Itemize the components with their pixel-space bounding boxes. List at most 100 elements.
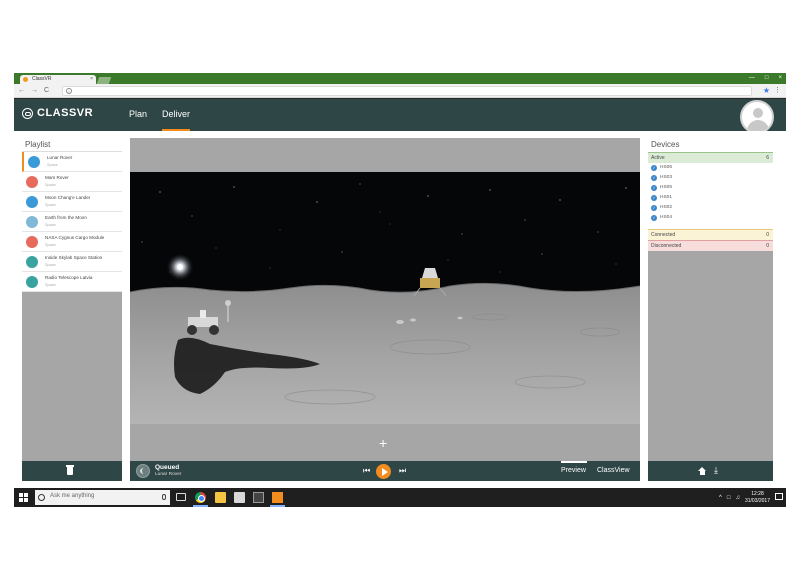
user-avatar[interactable] [740, 100, 774, 134]
chrome-active-indicator [193, 505, 208, 507]
rocket-icon [26, 236, 38, 248]
device-row[interactable]: ✓ HS01 [648, 193, 773, 203]
forward-icon[interactable]: → [31, 86, 38, 96]
playlist-item[interactable]: NASA Cygnus Cargo Module Space [22, 232, 122, 252]
moon-icon [28, 156, 40, 168]
playlist-item[interactable]: Inside Skylab Space Station Space [22, 252, 122, 272]
chrome-icon[interactable] [195, 492, 206, 503]
store-icon[interactable] [234, 492, 245, 503]
classvr-app-icon[interactable] [272, 492, 283, 503]
devices-panel: Devices Active 6 ✓ HS06 ✓ HS03 ✓ HS05 ✓ HS01 ✓ HS… [648, 138, 773, 481]
home-icon[interactable] [698, 467, 706, 475]
check-circle-icon: ✓ [651, 205, 657, 211]
queue-status: Queued [155, 464, 180, 471]
volume-icon[interactable]: ♫ [735, 495, 740, 501]
playlist-item-title: Mars Rover [45, 175, 69, 180]
group-connected-label: Connected [651, 232, 676, 238]
classvr-favicon-icon [23, 77, 28, 82]
browser-tab-bar: ClassVR × — □ × [14, 73, 786, 84]
player-bar: Queued Lunar Rover ⏮ ⏭ Preview ClassView [130, 461, 640, 481]
browser-tab[interactable]: ClassVR × [20, 75, 96, 84]
url-input[interactable]: i [62, 86, 752, 96]
tab-deliver[interactable]: Deliver [162, 107, 191, 131]
playlist-item-category: Space [45, 263, 56, 267]
previous-icon[interactable]: ⏮ [363, 466, 370, 476]
satellite-icon [26, 256, 38, 268]
browser-tab-title: ClassVR [32, 76, 52, 82]
playlist-item[interactable]: Lunar Rover Space [22, 152, 122, 172]
playlist-item[interactable]: Earth from the Moon Space [22, 212, 122, 232]
playlist-item-title: Radio Telescope Latvia [45, 275, 93, 280]
device-row[interactable]: ✓ HS03 [648, 173, 773, 183]
new-tab-button[interactable] [96, 77, 112, 84]
taskbar-search-input[interactable]: Ask me anything [35, 490, 170, 505]
close-window-icon[interactable]: × [778, 73, 782, 84]
taskbar-clock[interactable]: 12:28 31/03/2017 [745, 491, 770, 505]
playlist-item-category: Space [45, 183, 56, 187]
tab-plan[interactable]: Plan [129, 107, 147, 131]
device-row[interactable]: ✓ HS05 [648, 183, 773, 193]
moon-icon [26, 196, 38, 208]
group-disconnected-count: 0 [766, 243, 769, 249]
playlist-item[interactable]: Moon Chang'e Lander Space [22, 192, 122, 212]
reload-icon[interactable]: C [44, 86, 49, 96]
device-row[interactable]: ✓ HS04 [648, 213, 773, 223]
app-body: Playlist Lunar Rover Space Mars Rover Space… [14, 131, 786, 488]
device-list: ✓ HS06 ✓ HS03 ✓ HS05 ✓ HS01 ✓ HS02 ✓ HS04 [648, 163, 773, 223]
playlist-item[interactable]: Mars Rover Space [22, 172, 122, 192]
earth-icon [26, 216, 38, 228]
back-icon[interactable]: ← [18, 86, 25, 96]
playlist-item-title: Inside Skylab Space Station [45, 255, 103, 260]
cortana-icon [38, 494, 45, 501]
playlist-panel: Playlist Lunar Rover Space Mars Rover Space… [22, 138, 122, 481]
microphone-icon[interactable] [162, 494, 166, 500]
group-disconnected[interactable]: Disconnected 0 [648, 240, 773, 251]
download-icon[interactable]: ⤓ [714, 465, 718, 475]
screen: ClassVR × — □ × ← → C i ★ ⋮ CLASSVR Plan… [14, 73, 786, 507]
rocket-icon [26, 176, 38, 188]
browser-menu-icon[interactable]: ⋮ [774, 86, 781, 96]
minimize-icon[interactable]: — [749, 73, 755, 84]
bookmark-star-icon[interactable]: ★ [763, 86, 770, 96]
app-header: CLASSVR Plan Deliver [14, 99, 786, 134]
notifications-icon[interactable] [775, 493, 783, 500]
device-row[interactable]: ✓ HS02 [648, 203, 773, 213]
panorama-viewport[interactable] [130, 172, 640, 424]
tab-classview[interactable]: ClassView [597, 467, 630, 474]
file-explorer-icon[interactable] [215, 492, 226, 503]
console-icon[interactable] [253, 492, 264, 503]
maximize-icon[interactable]: □ [765, 73, 769, 84]
playlist-item-title: NASA Cygnus Cargo Module [45, 235, 105, 240]
group-active[interactable]: Active 6 [648, 152, 773, 163]
device-name: HS02 [660, 205, 672, 210]
tray-expand-icon[interactable]: ^ [719, 495, 722, 501]
next-icon[interactable]: ⏭ [399, 466, 406, 476]
avatar-head [753, 108, 763, 118]
now-playing-title: Lunar Rover [155, 472, 182, 477]
device-row[interactable]: ✓ HS06 [648, 163, 773, 173]
now-playing-thumbnail [136, 464, 150, 478]
windows-taskbar: Ask me anything ^ □ ♫ 12:28 31/03/2017 [14, 488, 786, 507]
playlist-item-title: Moon Chang'e Lander [45, 195, 91, 200]
task-view-icon[interactable] [176, 493, 186, 501]
trash-icon[interactable] [66, 465, 74, 475]
network-icon[interactable]: □ [727, 495, 731, 501]
satellite-icon [26, 276, 38, 288]
group-connected[interactable]: Connected 0 [648, 229, 773, 240]
lunar-panorama [130, 172, 640, 424]
play-button[interactable] [376, 464, 391, 479]
clock-time: 12:28 [751, 491, 764, 497]
info-icon[interactable]: i [66, 88, 72, 94]
viewer-panel: + Queued Lunar Rover ⏮ ⏭ Preview ClassVi… [130, 138, 640, 481]
group-disconnected-label: Disconnected [651, 243, 682, 249]
devices-footer: ⤓ [648, 461, 773, 481]
check-circle-icon: ✓ [651, 165, 657, 171]
tab-preview[interactable]: Preview [561, 461, 587, 474]
close-tab-icon[interactable]: × [90, 75, 93, 84]
playlist-item-title: Earth from the Moon [45, 215, 87, 220]
browser-nav-buttons: ← → C [18, 86, 49, 96]
playlist-item[interactable]: Radio Telescope Latvia Space [22, 272, 122, 292]
device-name: HS06 [660, 165, 672, 170]
windows-start-icon[interactable] [19, 493, 28, 502]
crosshair-icon[interactable]: + [379, 436, 387, 450]
